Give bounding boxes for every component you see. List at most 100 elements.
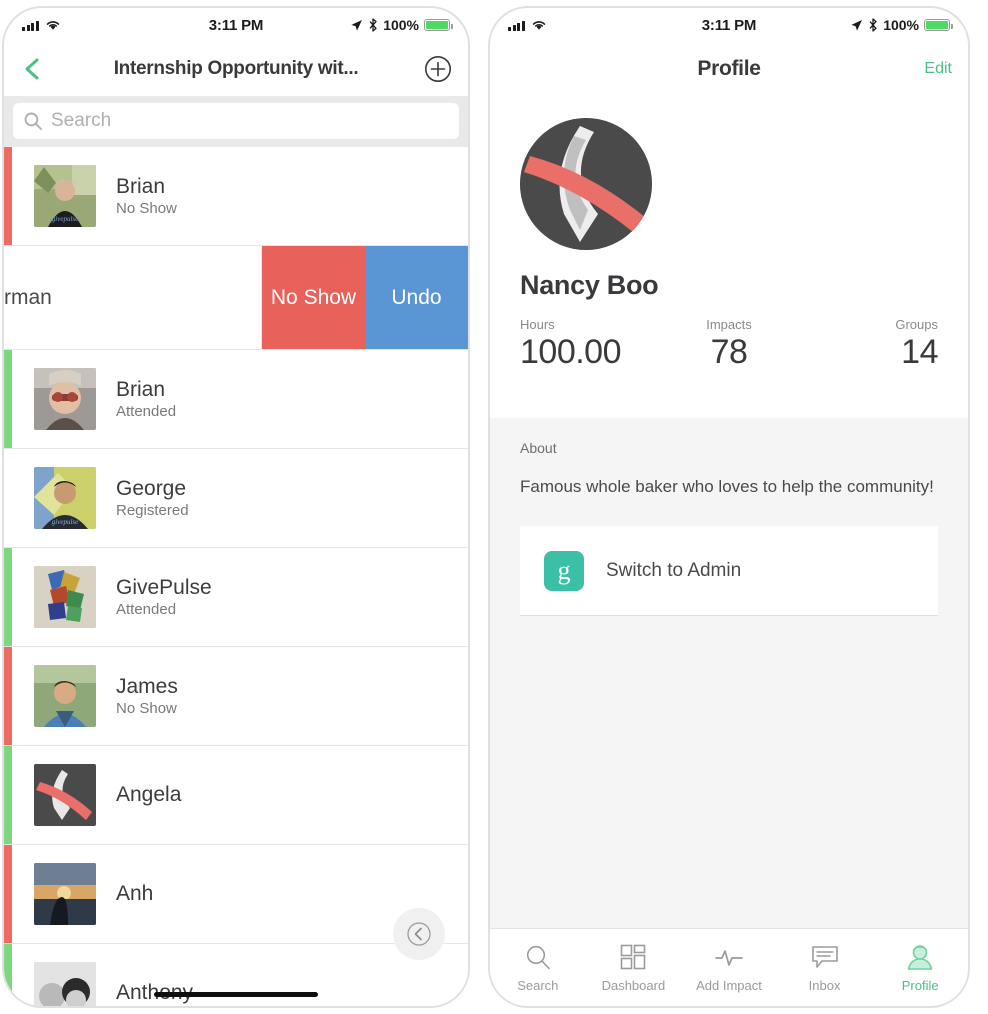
avatar <box>34 368 96 430</box>
row-status-bar <box>4 449 12 547</box>
search-icon <box>526 945 550 969</box>
row-name: Brian <box>116 377 166 401</box>
row-name: Angela <box>116 783 182 807</box>
svg-text:givepulse: givepulse <box>52 215 78 223</box>
profile-header: Nancy Boo Hours 100.00 Impacts 78 Groups… <box>490 96 968 418</box>
row-name: GivePulse <box>116 575 212 599</box>
avatar <box>34 962 96 1006</box>
avatar <box>34 863 96 925</box>
row-status-bar <box>4 350 12 448</box>
row-name: George <box>116 476 187 500</box>
table-row[interactable]: Brian Attended <box>4 350 468 449</box>
right-nav-bar: Profile Edit <box>490 42 968 96</box>
about-label: About <box>520 440 557 456</box>
left-nav-bar: Internship Opportunity wit... <box>4 42 468 96</box>
tab-inbox[interactable]: Inbox <box>777 943 873 993</box>
row-name-partial: rman <box>4 246 262 349</box>
table-row[interactable]: James No Show <box>4 647 468 746</box>
row-text-block: James No Show <box>116 675 178 718</box>
person-icon <box>907 944 933 970</box>
stat-value: 14 <box>901 333 938 371</box>
tab-add-impact[interactable]: Add Impact <box>681 943 777 993</box>
stat-label: Hours <box>520 317 555 332</box>
stat-groups: Groups 14 <box>799 317 938 372</box>
profile-stats: Hours 100.00 Impacts 78 Groups 14 <box>520 317 938 372</box>
row-status: No Show <box>116 700 177 718</box>
switch-to-admin-button[interactable]: g Switch to Admin <box>520 526 938 617</box>
status-bar-right: 3:11 PM 100% <box>490 8 968 42</box>
screenshot-stage: 3:11 PM 100% Internship Opportunity wit.… <box>0 0 988 1014</box>
search-icon <box>24 112 42 130</box>
stat-value: 78 <box>710 333 748 371</box>
tab-label: Search <box>517 977 559 993</box>
dashboard-icon <box>621 944 646 969</box>
row-status: Attended <box>116 403 177 421</box>
scroll-back-button[interactable] <box>393 908 445 960</box>
tab-label: Add Impact <box>696 977 762 993</box>
stat-label: Impacts <box>706 317 752 332</box>
avatar: givepulse <box>34 165 96 227</box>
stat-impacts: Impacts 78 <box>659 317 798 372</box>
row-status-bar <box>4 147 12 245</box>
row-text-block: George Registered <box>116 477 189 520</box>
tab-profile[interactable]: Profile <box>872 943 968 993</box>
row-text-block: Anh <box>116 882 153 906</box>
row-status-bar <box>4 647 12 745</box>
row-status-bar <box>4 548 12 646</box>
attendee-list: givepulse Brian No Show rman No Show Und… <box>4 147 468 1006</box>
stat-label: Groups <box>895 317 938 332</box>
givepulse-g-icon: g <box>544 550 584 591</box>
about-text: Famous whole baker who loves to help the… <box>520 477 934 496</box>
home-indicator <box>154 992 318 997</box>
table-row[interactable]: givepulse Brian No Show <box>4 147 468 246</box>
tab-label: Inbox <box>808 977 841 993</box>
table-row-swiped[interactable]: rman No Show Undo <box>4 246 468 350</box>
row-text-block: GivePulse Attended <box>116 576 212 619</box>
profile-name: Nancy Boo <box>520 270 659 300</box>
stat-hours: Hours 100.00 <box>520 317 659 372</box>
svg-text:givepulse: givepulse <box>52 518 78 526</box>
row-name: Anh <box>116 882 154 906</box>
status-bar-left: 3:11 PM 100% <box>4 8 468 42</box>
avatar[interactable] <box>520 118 652 250</box>
row-text-block: Brian Attended <box>116 378 176 421</box>
table-row[interactable]: GivePulse Attended <box>4 548 468 647</box>
battery-icon <box>924 19 953 31</box>
search-placeholder: Search <box>51 110 112 131</box>
row-status: Attended <box>116 601 177 619</box>
bottom-tab-bar: Search Dashboard Add Impact Inbox Profil… <box>490 928 968 1006</box>
edit-button[interactable]: Edit <box>924 60 952 78</box>
tab-dashboard[interactable]: Dashboard <box>586 943 682 993</box>
page-title: Profile <box>697 57 761 80</box>
row-name: Brian <box>116 174 166 198</box>
row-status: No Show <box>116 200 177 218</box>
tab-search[interactable]: Search <box>490 943 586 993</box>
status-time: 3:11 PM <box>208 16 264 34</box>
row-status-bar <box>4 944 12 1006</box>
swipe-action-undo[interactable]: Undo <box>365 246 468 349</box>
row-status-bar <box>4 746 12 844</box>
left-phone-frame: 3:11 PM 100% Internship Opportunity wit.… <box>2 6 470 1008</box>
back-chevron-icon[interactable] <box>20 56 46 82</box>
about-section: About Famous whole baker who loves to he… <box>490 418 968 928</box>
table-row[interactable]: Anthony <box>4 944 468 1006</box>
table-row[interactable]: givepulse George Registered <box>4 449 468 548</box>
search-bar-container: Search <box>4 96 468 147</box>
status-time: 3:11 PM <box>701 16 757 34</box>
avatar <box>34 764 96 826</box>
battery-icon <box>424 19 453 31</box>
stat-value: 100.00 <box>520 333 622 371</box>
add-circle-icon[interactable] <box>424 55 452 83</box>
row-text-block: Angela <box>116 783 181 807</box>
search-input[interactable]: Search <box>13 103 459 139</box>
avatar: givepulse <box>34 467 96 529</box>
table-row[interactable]: Angela <box>4 746 468 845</box>
switch-to-admin-label: Switch to Admin <box>606 559 742 581</box>
row-text-block: Brian No Show <box>116 175 177 218</box>
swipe-action-no-show[interactable]: No Show <box>262 246 365 349</box>
avatar <box>34 665 96 727</box>
chat-icon <box>811 945 838 968</box>
pulse-icon <box>715 949 743 966</box>
tab-label: Dashboard <box>601 977 666 993</box>
row-name: James <box>116 674 178 698</box>
